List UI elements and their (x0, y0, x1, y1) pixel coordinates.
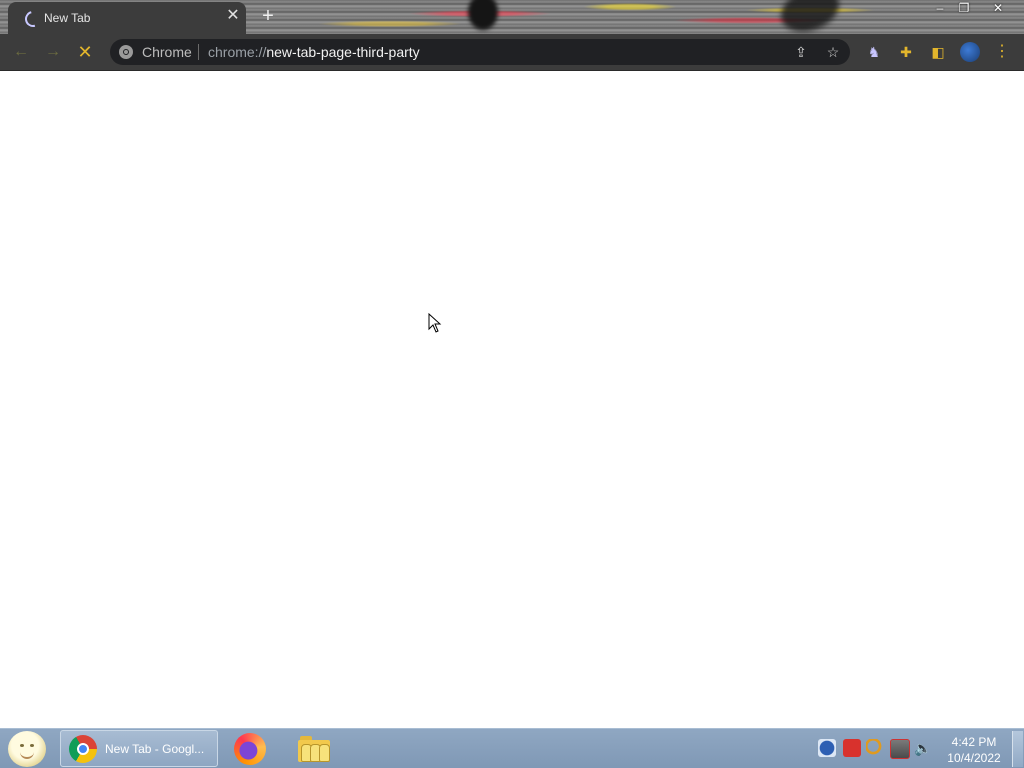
url-host: new-tab-page-third-party (266, 44, 420, 60)
browser-tab-strip: New Tab ✕ + – ❐ ✕ (0, 0, 1024, 34)
close-window-button[interactable]: ✕ (987, 0, 1009, 18)
page-content (0, 71, 1024, 728)
minimize-window-button[interactable]: – (929, 0, 951, 18)
clock-date: 10/4/2022 (947, 751, 1001, 765)
browser-toolbar: ← → ✕ Chrome chrome://new-tab-page-third… (0, 34, 1024, 71)
firefox-icon[interactable] (234, 733, 266, 765)
tab-title: New Tab (44, 11, 91, 25)
folder-figure (319, 744, 330, 762)
stop-loading-button[interactable]: ✕ (73, 41, 97, 63)
show-desktop-button[interactable] (1012, 731, 1023, 767)
clock-time: 4:42 PM (951, 735, 997, 749)
url-text[interactable]: chrome://new-tab-page-third-party (208, 44, 420, 60)
address-bar[interactable]: Chrome chrome://new-tab-page-third-party… (110, 39, 850, 65)
system-clock[interactable]: 4:42 PM 10/4/2022 (944, 734, 1004, 766)
site-chip-label: Chrome (142, 44, 192, 60)
profile-avatar[interactable] (960, 42, 980, 62)
loading-spinner-icon (22, 8, 44, 30)
tab-new-tab[interactable]: New Tab ✕ (8, 2, 246, 34)
bookmark-star-icon[interactable]: ☆ (824, 43, 842, 61)
tray-search-icon[interactable] (866, 739, 884, 757)
side-panel-icon[interactable]: ◧ (928, 42, 948, 62)
tab-close-icon[interactable]: ✕ (224, 7, 242, 25)
extension-cat-icon[interactable]: ♞ (864, 42, 884, 62)
tray-alert-icon[interactable] (843, 739, 861, 757)
taskbar-chrome-window[interactable]: New Tab - Googl... (60, 730, 218, 767)
taskbar-window-label: New Tab - Googl... (105, 742, 205, 756)
taskbar: New Tab - Googl... 🔈 4:42 PM 10/4/2022 (0, 728, 1024, 768)
omnibox-divider (198, 44, 199, 60)
restore-window-button[interactable]: ❐ (953, 0, 975, 18)
screen: New Tab ✕ + – ❐ ✕ ← → ✕ Chrome chrome://… (0, 0, 1024, 768)
share-icon[interactable]: ⇪ (792, 43, 810, 61)
start-face-eye (30, 744, 34, 747)
chrome-logo-icon (69, 735, 97, 763)
file-explorer-folder-icon[interactable] (298, 736, 330, 762)
mouse-cursor-icon (428, 313, 442, 333)
extensions-puzzle-icon[interactable]: ✚ (896, 42, 916, 62)
tray-app-icon[interactable] (818, 739, 836, 757)
start-face-eye (20, 744, 24, 747)
back-button[interactable]: ← (9, 41, 33, 63)
start-button[interactable] (8, 731, 46, 767)
chrome-icon (119, 45, 133, 59)
menu-kebab-icon[interactable]: ⋮ (992, 42, 1012, 62)
tray-network-icon[interactable] (890, 739, 910, 759)
forward-button[interactable]: → (41, 41, 65, 63)
volume-icon[interactable]: 🔈 (914, 739, 932, 757)
new-tab-button[interactable]: + (258, 6, 278, 26)
url-scheme: chrome:// (208, 44, 267, 60)
start-face-mouth (20, 751, 34, 759)
